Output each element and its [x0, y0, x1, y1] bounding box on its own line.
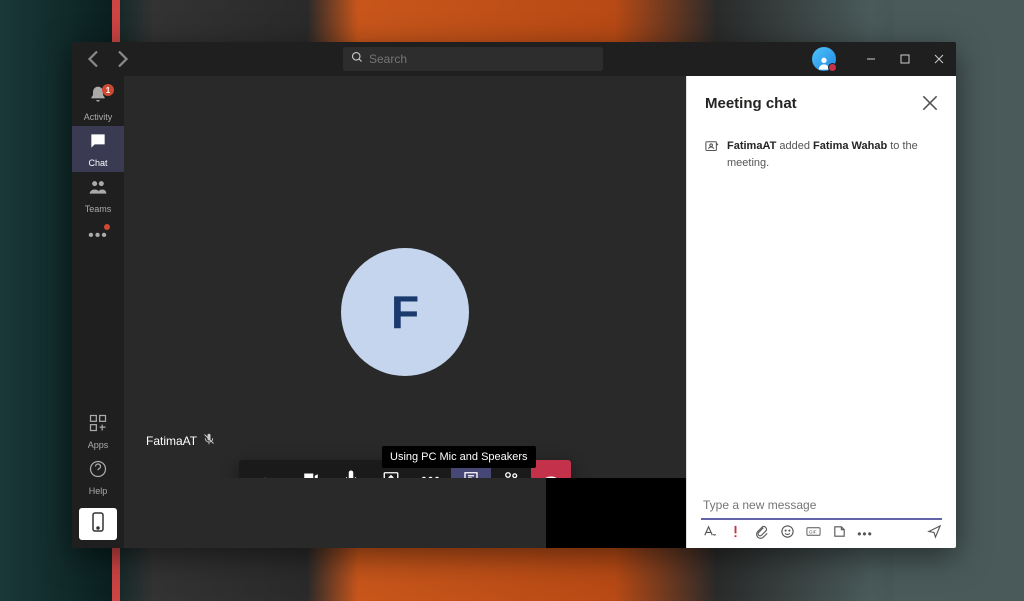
rail-label: Teams: [85, 204, 112, 214]
compose-more-button[interactable]: •••: [857, 526, 873, 542]
rail-item-apps[interactable]: Apps: [72, 408, 124, 454]
chat-panel-title: Meeting chat: [705, 95, 797, 112]
apps-icon: [88, 413, 108, 438]
emoji-button[interactable]: [779, 526, 795, 542]
rail-label: Activity: [84, 112, 113, 122]
compose-input[interactable]: [701, 492, 942, 520]
rail-label: Help: [89, 486, 108, 496]
participant-avatar: F: [341, 248, 469, 376]
window-maximize-button[interactable]: [888, 42, 922, 76]
help-icon: [88, 459, 108, 484]
teams-window: Activity 1 Chat Teams •••: [72, 42, 956, 548]
audio-device-tooltip: Using PC Mic and Speakers: [382, 446, 536, 468]
more-notification-dot: [104, 224, 110, 230]
rail-item-activity[interactable]: Activity 1: [72, 80, 124, 126]
attach-icon: [754, 524, 769, 544]
send-icon: [927, 524, 942, 544]
attach-button[interactable]: [753, 526, 769, 542]
chat-panel: Meeting chat FatimaAT added Fatima Wahab…: [686, 76, 956, 548]
rail-item-teams[interactable]: Teams: [72, 172, 124, 218]
rail-label: Apps: [88, 440, 109, 450]
search-box[interactable]: [343, 47, 603, 71]
rail-device-button[interactable]: [79, 508, 117, 540]
system-message-text: FatimaAT added Fatima Wahab to the meeti…: [727, 138, 938, 171]
rail-item-help[interactable]: Help: [72, 454, 124, 500]
gif-button[interactable]: GIF: [805, 526, 821, 542]
nav-forward-button[interactable]: [110, 47, 134, 71]
mic-muted-icon: [203, 433, 215, 448]
window-close-button[interactable]: [922, 42, 956, 76]
current-user-avatar[interactable]: [812, 47, 836, 71]
presence-dot-icon: [828, 63, 837, 72]
gif-icon: GIF: [806, 524, 821, 544]
person-add-icon: [705, 140, 719, 154]
self-thumbnail[interactable]: [546, 478, 686, 548]
emoji-icon: [780, 524, 795, 544]
search-input[interactable]: [369, 52, 595, 66]
more-icon: •••: [857, 527, 873, 541]
avatar-initial: F: [391, 285, 419, 339]
sticker-button[interactable]: [831, 526, 847, 542]
rail-item-chat[interactable]: Chat: [72, 126, 124, 172]
system-message: FatimaAT added Fatima Wahab to the meeti…: [705, 138, 938, 171]
activity-badge: 1: [102, 84, 114, 96]
priority-icon: [728, 524, 743, 544]
chat-icon: [88, 131, 108, 156]
svg-text:GIF: GIF: [808, 529, 816, 534]
titlebar: [72, 42, 956, 76]
nav-back-button[interactable]: [82, 47, 106, 71]
search-icon: [351, 50, 363, 68]
stage-thumbnail-strip: [124, 478, 686, 548]
format-button[interactable]: [701, 526, 717, 542]
send-button[interactable]: [926, 526, 942, 542]
rail-label: Chat: [88, 158, 107, 168]
sticker-icon: [832, 524, 847, 544]
meeting-stage: F FatimaAT Using PC Mic and Speakers --:…: [124, 76, 686, 548]
app-rail: Activity 1 Chat Teams •••: [72, 76, 124, 548]
compose-area: GIF •••: [687, 484, 956, 548]
rail-item-more[interactable]: •••: [72, 218, 124, 254]
format-icon: [702, 524, 717, 544]
window-minimize-button[interactable]: [854, 42, 888, 76]
priority-button[interactable]: [727, 526, 743, 542]
chat-close-button[interactable]: [922, 95, 938, 111]
teams-icon: [88, 177, 108, 202]
participant-name-label: FatimaAT: [146, 433, 215, 448]
phone-icon: [91, 512, 105, 537]
